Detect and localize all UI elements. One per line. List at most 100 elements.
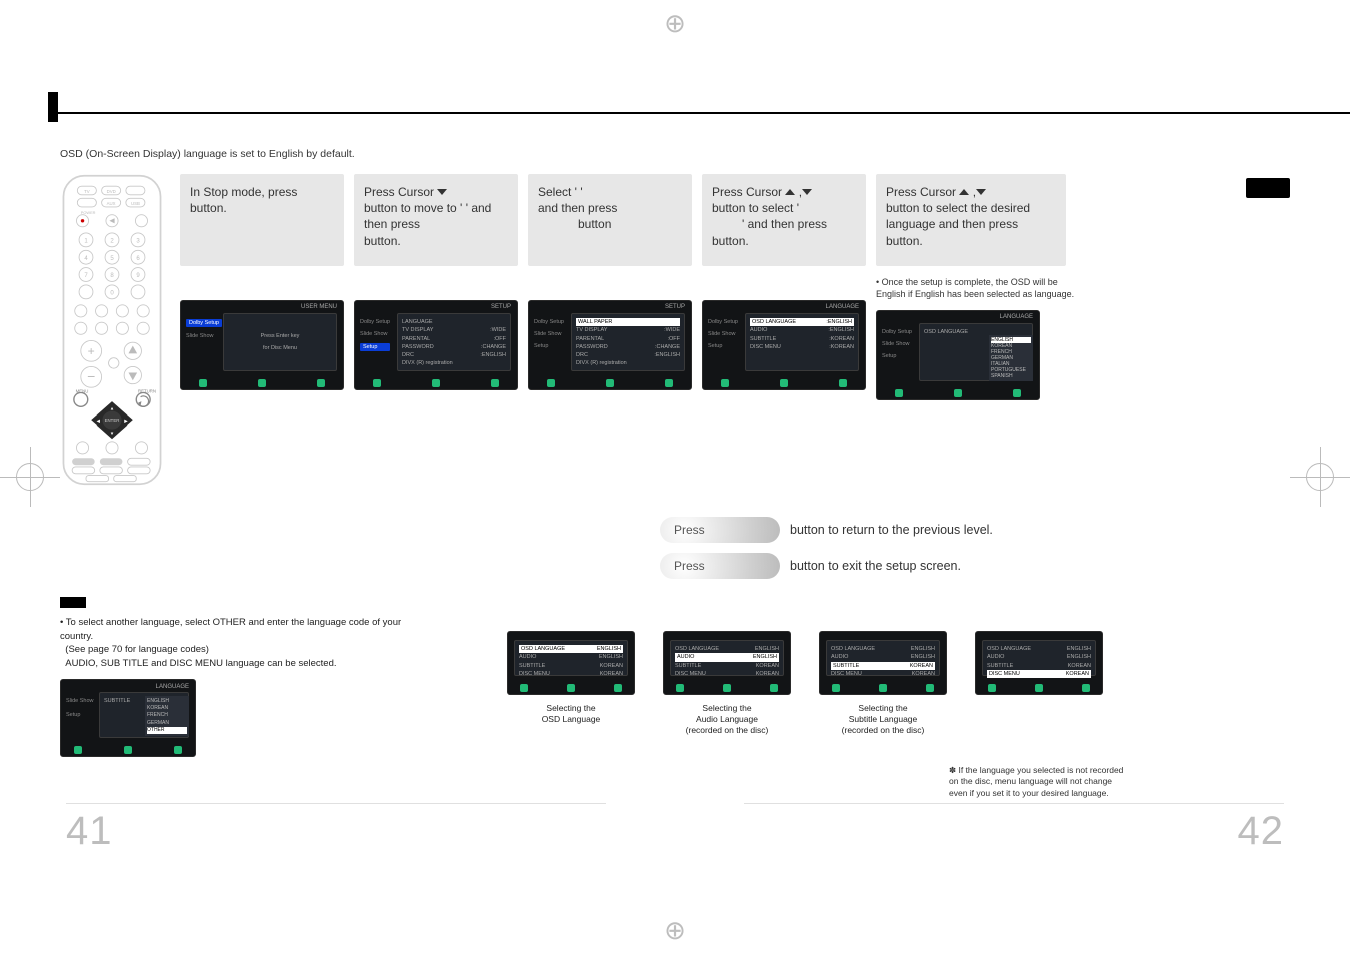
pane-cell: DISC MENU (831, 670, 862, 678)
thumb-cap-line: Subtitle Language (849, 714, 918, 724)
pane-cell: OSD LANGUAGE (675, 645, 719, 653)
step-1-screenshot: USER MENU Dolby Setup Slide Show Press E… (180, 300, 344, 390)
lang-option: GERMAN (147, 720, 187, 727)
step-2-text-d: button. (364, 234, 401, 248)
pane-line: for Disc Menu (228, 344, 332, 352)
crop-mark-bottom: ⊕ (664, 915, 686, 946)
cursor-up-icon (785, 189, 795, 195)
cursor-down-icon (802, 189, 812, 195)
menushot-title: LANGUAGE (1000, 314, 1033, 320)
pane-cell: AUDIO (519, 653, 536, 661)
pane-cell: PASSWORD (402, 343, 434, 351)
step-2-text-b: button to move to ' (364, 201, 462, 215)
thumb-disc-menu-lang: OSD LANGUAGEENGLISH AUDIOENGLISH SUBTITL… (975, 631, 1103, 695)
step-4-screenshot: LANGUAGE Dolby Setup Slide Show Setup OS… (702, 300, 866, 390)
pane-cell: :ENGLISH (480, 351, 506, 359)
pane-cell: :KOREAN (829, 335, 854, 343)
pane-cell: SUBTITLE (675, 662, 701, 670)
pane-cell: DISC MENU (675, 670, 706, 678)
pane-cell: :CHANGE (481, 343, 506, 351)
pane-cell: DIVX (R) registration (576, 359, 627, 367)
svg-text:−: − (87, 368, 95, 384)
pane-cell: ENGLISH (1067, 645, 1091, 653)
pane-cell: ENGLISH (911, 653, 935, 661)
pane-cell: PASSWORD (576, 343, 608, 351)
pane-cell: PARENTAL (576, 335, 604, 343)
pane-cell: DRC (576, 351, 588, 359)
step-3-screenshot: SETUP Dolby Setup Slide Show Setup WALL … (528, 300, 692, 390)
pane-cell: KOREAN (600, 670, 623, 678)
footer-rule-right (744, 803, 1284, 804)
side-item: Slide Show (66, 698, 94, 706)
pane-cell: DISC MENU (989, 670, 1020, 678)
hint-return-text: button to return to the previous level. (790, 523, 993, 537)
pane-cell: OSD LANGUAGE (521, 645, 565, 653)
step-1-text-a: In Stop mode, press (190, 185, 297, 199)
step-3-text-c: and then press (538, 201, 617, 215)
side-item: Slide Show (882, 341, 912, 347)
step-4-card: Press Cursor , button to select ' ' and … (702, 174, 866, 266)
language-dropdown: ENGLISH KOREAN FRENCH GERMAN ITALIAN POR… (989, 335, 1033, 381)
thumb-cap-line: Selecting the (702, 703, 751, 713)
crop-mark-mid-left (0, 447, 60, 507)
step-2-card: Press Cursor button to move to ' ' and t… (354, 174, 518, 266)
header-accent-bar (48, 92, 58, 122)
side-item: Dolby Setup (882, 329, 912, 335)
menushot-title: USER MENU (301, 304, 337, 310)
pane-cell: SUBTITLE (519, 662, 545, 670)
remote-svg: TV DVD AUX USB POWER (60, 174, 164, 486)
step-3-text-d: button (578, 217, 611, 231)
side-item: Dolby Setup (186, 319, 222, 327)
pane-cell: DIVX (R) registration (402, 359, 453, 367)
side-item: Dolby Setup (360, 319, 390, 325)
svg-text:+: + (88, 344, 95, 358)
step-4-text-a: Press Cursor (712, 185, 782, 199)
pane-cell: ENGLISH (911, 645, 935, 653)
step-3-text-a: Select ' (538, 185, 577, 199)
svg-text:AUX: AUX (107, 201, 116, 206)
pane-cell: :CHANGE (655, 343, 680, 351)
pane-cell: DRC (402, 351, 414, 359)
svg-text:POWER: POWER (81, 210, 96, 215)
pane-line: Press Enter key (228, 332, 332, 340)
pane-cell: KOREAN (1066, 670, 1089, 678)
page-number-right: 42 (1238, 809, 1285, 854)
hint-return: Press button to return to the previous l… (660, 517, 1290, 543)
crop-mark-mid-right (1290, 447, 1350, 507)
svg-text:▼: ▼ (110, 431, 114, 436)
note-left: • To select another language, select OTH… (60, 597, 420, 757)
side-item: Setup (360, 343, 390, 351)
pane-cell: TV DISPLAY (576, 326, 607, 334)
step-5-text-a: Press Cursor (886, 185, 956, 199)
step-2-text-a: Press Cursor (364, 185, 434, 199)
step-1-text-b: button. (190, 201, 227, 215)
pane-cell: :OFF (493, 335, 506, 343)
pane-cell: AUDIO (987, 653, 1004, 661)
menushot-title: LANGUAGE (156, 683, 189, 692)
hint-exit: Press button to exit the setup screen. (660, 553, 1290, 579)
remote-control-illustration: TV DVD AUX USB POWER (60, 174, 164, 491)
step-1-card: In Stop mode, press button. (180, 174, 344, 266)
page-number-left: 41 (66, 809, 113, 854)
pane-cell: :OFF (667, 335, 680, 343)
pane-cell: :ENGLISH (828, 326, 854, 334)
svg-text:ENTER: ENTER (105, 418, 120, 423)
step-5-text-c: button. (886, 234, 923, 248)
thumb-osd-lang: OSD LANGUAGEENGLISH AUDIOENGLISH SUBTITL… (507, 631, 635, 695)
step-2-screenshot: SETUP Dolby Setup Slide Show Setup LANGU… (354, 300, 518, 390)
side-item: Slide Show (186, 333, 222, 339)
crop-mark-top: ⊕ (664, 8, 686, 39)
lang-option: FRENCH (147, 712, 187, 719)
header-rule (48, 112, 1350, 114)
pane-cell: ENGLISH (753, 653, 777, 661)
pane-cell: SUBTITLE (104, 697, 130, 705)
thumb-cap-line: OSD Language (542, 714, 601, 724)
cursor-down-icon (976, 189, 986, 195)
step-4-text-b: button to select ' (712, 201, 799, 215)
pane-cell: DISC MENU (519, 670, 550, 678)
menushot-title: SETUP (491, 304, 511, 310)
svg-text:▲: ▲ (110, 406, 114, 411)
note-screenshot: LANGUAGE Slide Show Setup SUBTITLE ENGLI… (60, 679, 196, 757)
pane-cell: SUBTITLE (750, 335, 776, 343)
pane-cell: SUBTITLE (987, 662, 1013, 670)
